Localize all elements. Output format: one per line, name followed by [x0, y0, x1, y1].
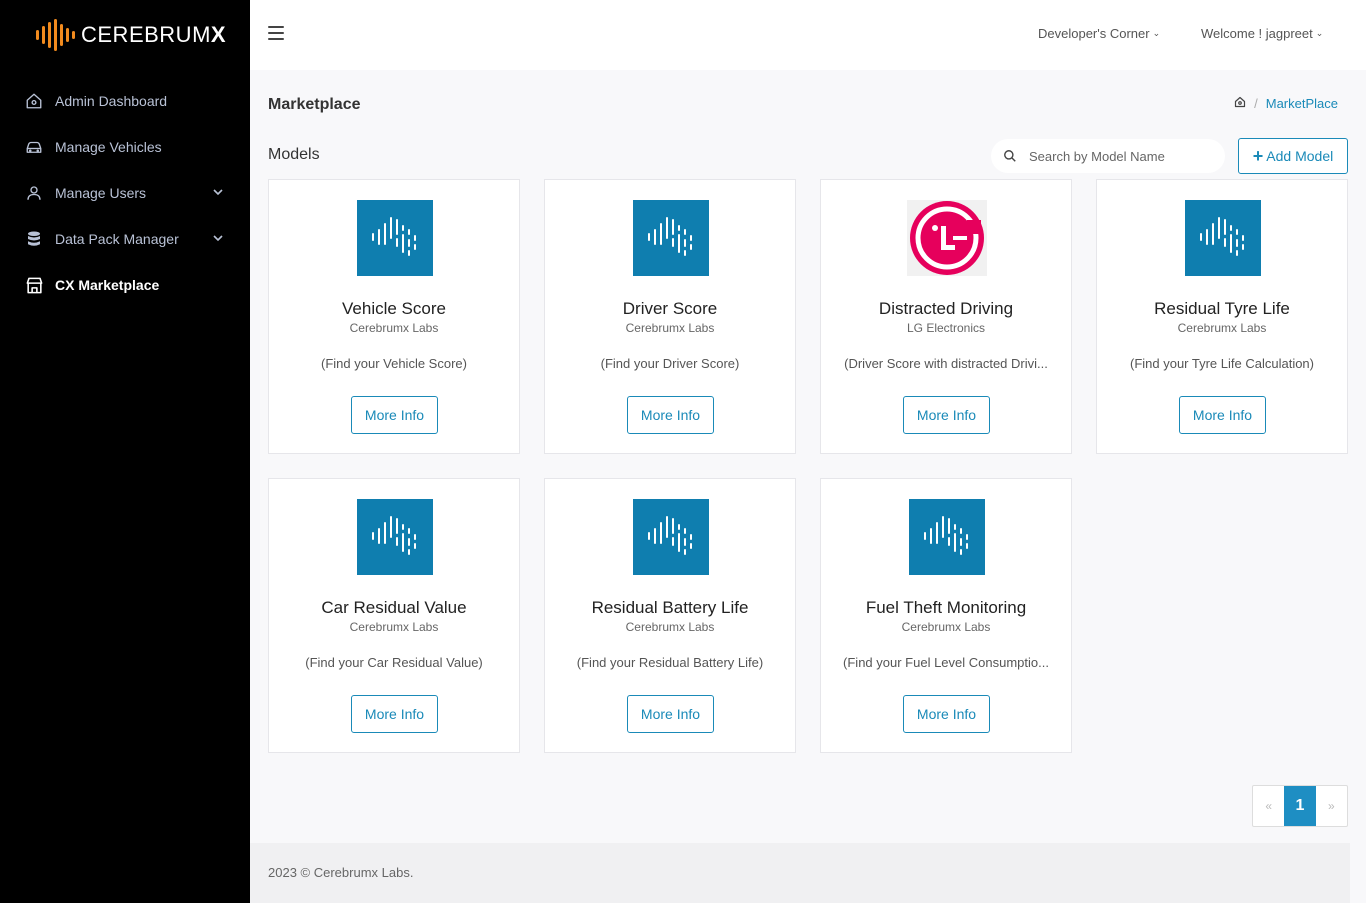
model-description: (Driver Score with distracted Drivi...	[844, 356, 1048, 371]
sidebar: CEREBRUMX Admin Dashboard Manage Vehicle…	[0, 0, 250, 903]
model-name: Driver Score	[622, 299, 718, 318]
cerebrumx-logo-icon	[357, 499, 433, 575]
model-name: Car Residual Value	[321, 598, 467, 617]
model-vendor: Cerebrumx Labs	[625, 321, 715, 335]
breadcrumb-separator: /	[1254, 96, 1258, 111]
sidebar-item-label: CX Marketplace	[55, 277, 160, 293]
cerebrumx-logo-icon	[909, 499, 985, 575]
pagination-next[interactable]: »	[1316, 786, 1347, 826]
model-description: (Find your Car Residual Value)	[305, 655, 483, 670]
cerebrumx-logo-icon	[1185, 200, 1261, 276]
model-card: Driver Score Cerebrumx Labs (Find your D…	[544, 179, 796, 454]
sidebar-item-cx-marketplace[interactable]: CX Marketplace	[0, 262, 250, 308]
breadcrumb-current[interactable]: MarketPlace	[1266, 96, 1338, 111]
model-description: (Find your Vehicle Score)	[321, 356, 467, 371]
model-description: (Find your Residual Battery Life)	[576, 655, 764, 670]
model-vendor: Cerebrumx Labs	[349, 321, 439, 335]
store-icon	[24, 275, 44, 295]
model-description: (Find your Tyre Life Calculation)	[1129, 356, 1314, 371]
pagination-page-current[interactable]: 1	[1284, 786, 1316, 826]
brand-logo[interactable]: CEREBRUMX	[36, 18, 226, 52]
car-icon	[24, 137, 44, 157]
brand-name: CEREBRUMX	[81, 22, 227, 47]
model-card: Vehicle Score Cerebrumx Labs (Find your …	[268, 179, 520, 454]
sidebar-item-label: Manage Vehicles	[55, 139, 162, 155]
cerebrumx-logo-icon	[633, 200, 709, 276]
sidebar-item-data-pack-manager[interactable]: Data Pack Manager	[0, 216, 250, 262]
more-info-button[interactable]: More Info	[903, 695, 990, 733]
model-vendor: Cerebrumx Labs	[1177, 321, 1267, 335]
add-model-label: Add Model	[1266, 148, 1334, 164]
model-name: Distracted Driving	[878, 299, 1014, 318]
model-card: Fuel Theft Monitoring Cerebrumx Labs (Fi…	[820, 478, 1072, 753]
developers-corner-dropdown[interactable]: Developer's Corner ⌄	[1038, 26, 1160, 41]
model-name: Vehicle Score	[342, 299, 446, 318]
model-vendor: Cerebrumx Labs	[349, 620, 439, 634]
model-card: Distracted Driving LG Electronics (Drive…	[820, 179, 1072, 454]
more-info-button[interactable]: More Info	[351, 695, 438, 733]
pagination: « 1 »	[1252, 785, 1348, 827]
model-name: Residual Tyre Life	[1154, 299, 1290, 318]
more-info-button[interactable]: More Info	[903, 396, 990, 434]
model-card: Car Residual Value Cerebrumx Labs (Find …	[268, 478, 520, 753]
top-header: Developer's Corner ⌄ Welcome ! jagpreet …	[250, 0, 1366, 70]
sidebar-item-manage-users[interactable]: Manage Users	[0, 170, 250, 216]
model-card: Residual Tyre Life Cerebrumx Labs (Find …	[1096, 179, 1348, 454]
developers-corner-label: Developer's Corner	[1038, 26, 1150, 41]
sidebar-item-manage-vehicles[interactable]: Manage Vehicles	[0, 124, 250, 170]
model-card: Residual Battery Life Cerebrumx Labs (Fi…	[544, 478, 796, 753]
search-box	[991, 139, 1225, 173]
search-icon	[1004, 150, 1016, 162]
search-input[interactable]	[1029, 148, 1209, 164]
more-info-button[interactable]: More Info	[351, 396, 438, 434]
model-description: (Find your Driver Score)	[600, 356, 740, 371]
sidebar-item-label: Manage Users	[55, 185, 147, 201]
logo-mark-icon	[36, 18, 75, 52]
add-model-button[interactable]: + Add Model	[1238, 138, 1348, 174]
chevron-down-icon	[213, 189, 223, 196]
cerebrumx-logo-icon	[357, 200, 433, 276]
plus-icon: +	[1252, 146, 1264, 166]
user-menu-dropdown[interactable]: Welcome ! jagpreet ⌄	[1201, 26, 1323, 41]
footer: 2023 © Cerebrumx Labs.	[250, 843, 1350, 903]
model-vendor: LG Electronics	[906, 321, 986, 335]
model-vendor: Cerebrumx Labs	[625, 620, 715, 634]
chevron-down-icon: ⌄	[1315, 28, 1324, 38]
model-description: (Find your Fuel Level Consumptio...	[843, 655, 1049, 670]
sidebar-item-admin-dashboard[interactable]: Admin Dashboard	[0, 78, 250, 124]
more-info-button[interactable]: More Info	[627, 396, 714, 434]
lg-logo-icon	[907, 200, 987, 276]
pagination-prev[interactable]: «	[1253, 786, 1284, 826]
user-icon	[24, 183, 44, 203]
cerebrumx-logo-icon	[633, 499, 709, 575]
more-info-button[interactable]: More Info	[627, 695, 714, 733]
sidebar-item-label: Admin Dashboard	[55, 93, 168, 109]
section-title: Models	[268, 146, 320, 163]
chevron-down-icon	[213, 235, 223, 242]
menu-toggle-icon[interactable]	[268, 26, 284, 42]
chevron-down-icon: ⌄	[1152, 28, 1161, 38]
sidebar-item-label: Data Pack Manager	[55, 231, 179, 247]
model-name: Residual Battery Life	[591, 598, 749, 617]
home-icon[interactable]	[1234, 96, 1246, 111]
sidebar-nav: Admin Dashboard Manage Vehicles Manage U…	[0, 78, 250, 308]
home-icon	[24, 91, 44, 111]
breadcrumb: / MarketPlace	[1234, 96, 1338, 111]
database-icon	[24, 229, 44, 249]
model-vendor: Cerebrumx Labs	[901, 620, 991, 634]
model-name: Fuel Theft Monitoring	[865, 598, 1027, 617]
page-title: Marketplace	[268, 96, 361, 113]
welcome-label: Welcome ! jagpreet	[1201, 26, 1313, 41]
copyright-text: 2023 © Cerebrumx Labs.	[268, 865, 414, 880]
more-info-button[interactable]: More Info	[1179, 396, 1266, 434]
